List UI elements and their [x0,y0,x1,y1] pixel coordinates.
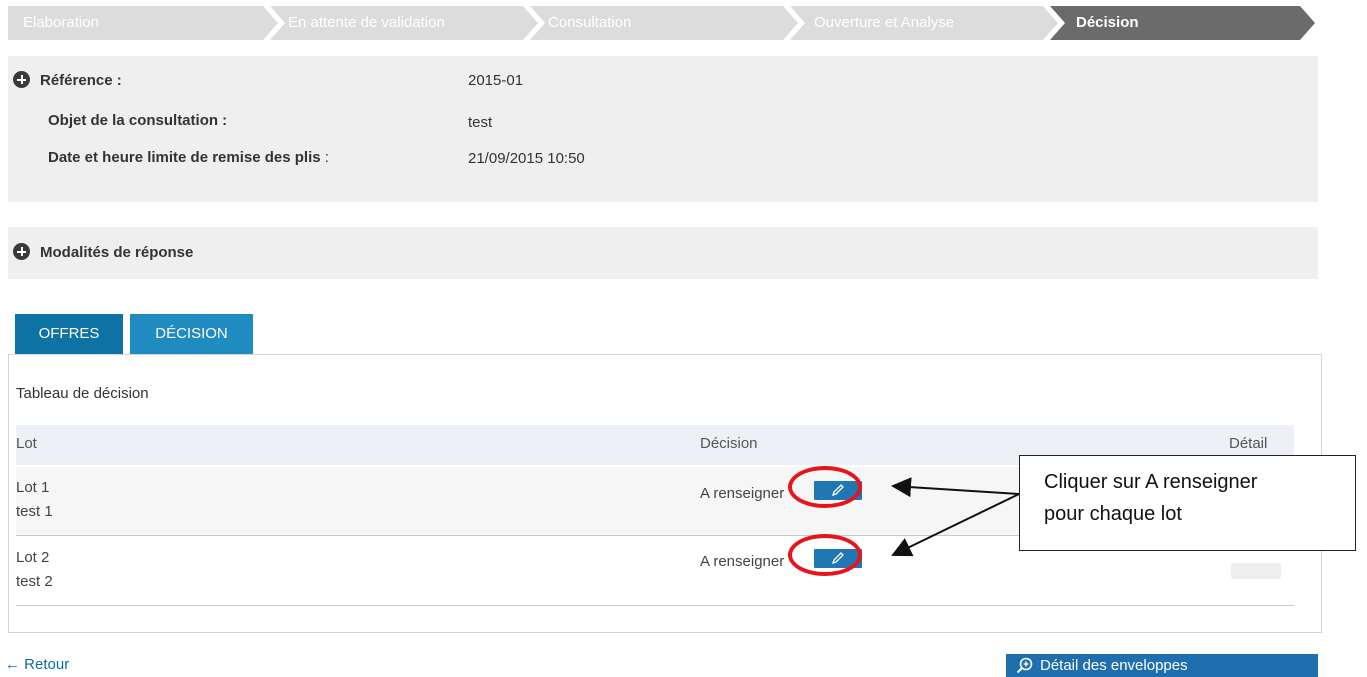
objet-label: Objet de la consultation : [48,112,228,129]
annotation-red-circle [788,466,862,508]
detail-enveloppes-label: Détail des enveloppes [1040,657,1188,674]
annotation-line-2: pour chaque lot [1044,503,1182,525]
step-consultation: Consultation [548,14,632,31]
annotation-red-circle [788,534,862,576]
step-elaboration: Elaboration [23,14,99,31]
tab-offres[interactable]: OFFRES [15,314,123,354]
column-decision: Décision [700,435,758,452]
magnifier-plus-icon [1016,657,1033,674]
decision-status[interactable]: A renseigner [700,553,784,570]
circle-plus-icon[interactable] [13,71,30,88]
reference-value: 2015-01 [468,72,524,89]
column-detail: Détail [1229,435,1268,452]
decision-status[interactable]: A renseigner [700,485,784,502]
lot-name: Lot 2 [16,549,50,566]
annotation-callout: Cliquer sur A renseigner pour chaque lot [1019,455,1356,551]
date-limite-colon: : [324,149,329,166]
detail-enveloppes-button[interactable]: Détail des enveloppes [1006,654,1318,677]
lot-name: Lot 1 [16,479,50,496]
step-decision: Décision [1076,14,1139,31]
consultation-info-panel: Référence : 2015-01 Objet de la consulta… [8,56,1318,202]
lot-description: test 1 [16,503,53,520]
reference-label: Référence : [40,72,122,89]
objet-value: test [468,114,493,131]
annotation-line-1: Cliquer sur A renseigner [1044,471,1258,493]
step-ouverture-analyse: Ouverture et Analyse [814,14,955,31]
date-limite-value: 21/09/2015 10:50 [468,150,585,167]
lot-description: test 2 [16,573,53,590]
detail-button[interactable] [1231,563,1281,579]
date-limite-label-text: Date et heure limite de remise des plis [48,149,321,166]
workflow-steps: Elaboration En attente de validation Con… [8,6,1316,40]
step-en-attente-validation: En attente de validation [288,14,445,31]
modalites-label: Modalités de réponse [40,244,194,261]
table-title: Tableau de décision [16,385,149,402]
date-limite-label: Date et heure limite de remise des plis … [48,149,329,166]
modalites-reponse-panel[interactable]: Modalités de réponse [8,227,1318,279]
circle-plus-icon[interactable] [13,243,30,260]
column-lot: Lot [16,435,37,452]
back-link[interactable]: ← Retour [5,656,69,673]
tab-decision[interactable]: DÉCISION [130,314,253,354]
